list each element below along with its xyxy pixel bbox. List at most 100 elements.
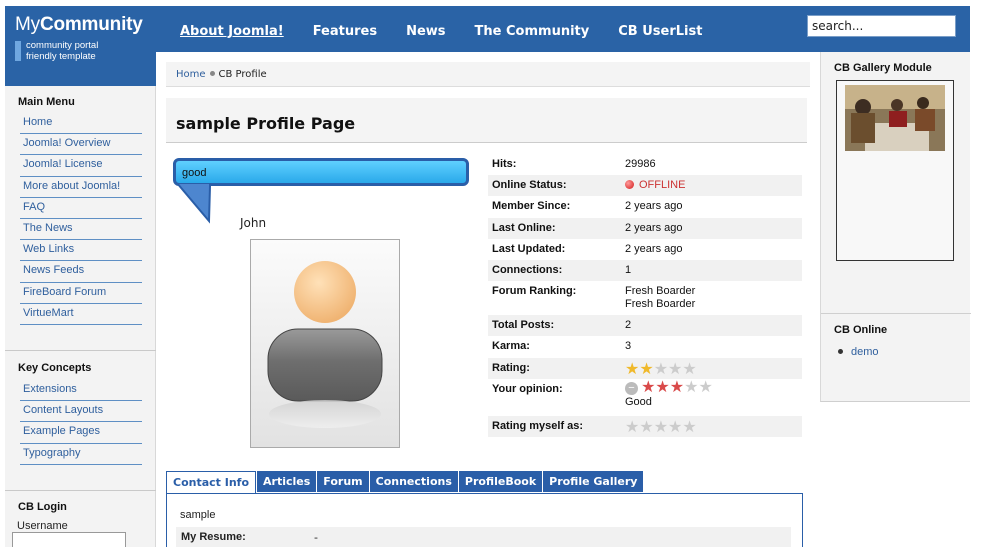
menu-item-faq[interactable]: FAQ — [20, 198, 142, 219]
tab-contact-info[interactable]: Contact Info — [166, 471, 257, 494]
stat-row-karma: Karma: 3 — [488, 336, 802, 357]
stat-row-hits: Hits: 29986 — [488, 154, 802, 175]
site-tagline: community portal friendly template — [26, 40, 99, 62]
breadcrumb-home[interactable]: Home — [176, 69, 206, 80]
menu-item-joomla-license[interactable]: Joomla! License — [20, 155, 142, 177]
star-icon[interactable]: ★ — [682, 419, 696, 435]
menu-item-more-about-joomla[interactable]: More about Joomla! — [20, 177, 142, 198]
stat-row-last-online: Last Online: 2 years ago — [488, 217, 802, 239]
menu-item-extensions[interactable]: Extensions — [20, 380, 142, 402]
page-title-bar: sample Profile Page — [166, 98, 807, 143]
self-rating-stars[interactable]: ★ ★ ★ ★ ★ — [625, 419, 697, 435]
stat-row-connections: Connections: 1 — [488, 259, 802, 282]
star-icon: ★ — [639, 360, 654, 378]
tab-articles[interactable]: Articles — [257, 471, 317, 492]
site-logo[interactable]: MyCommunity community portal friendly te… — [5, 6, 156, 86]
speech-bubble-tail-icon — [175, 183, 211, 224]
sidebar-divider — [5, 490, 156, 491]
menu-item-news-feeds[interactable]: News Feeds — [20, 261, 142, 283]
username-input[interactable] — [12, 532, 126, 547]
stat-value: 2 — [625, 319, 632, 332]
status-message: good — [182, 167, 207, 179]
stat-value: 2 years ago — [625, 221, 683, 234]
gallery-photo[interactable] — [845, 85, 945, 151]
clear-rating-icon[interactable]: − — [625, 381, 638, 395]
nav-news[interactable]: News — [406, 24, 445, 39]
stat-value: 2 years ago — [625, 200, 683, 213]
key-concepts-menu: Extensions Content Layouts Example Pages… — [20, 380, 142, 465]
status-message-bubble: good — [173, 158, 469, 186]
stat-label: Your opinion: — [492, 382, 563, 395]
stat-label: Total Posts: — [492, 319, 555, 332]
menu-item-home[interactable]: Home — [20, 113, 142, 135]
star-icon: ★ — [682, 360, 697, 378]
online-user-link[interactable]: demo — [851, 346, 879, 358]
menu-item-web-links[interactable]: Web Links — [20, 240, 142, 262]
stat-label: Last Updated: — [492, 242, 566, 255]
menu-item-joomla-overview[interactable]: Joomla! Overview — [20, 134, 142, 156]
star-icon[interactable]: ★ — [641, 379, 655, 395]
stat-row-total-posts: Total Posts: 2 — [488, 315, 802, 337]
main-menu-title: Main Menu — [18, 96, 75, 108]
sidebar-divider — [821, 313, 971, 314]
default-user-icon — [267, 261, 383, 428]
search-input[interactable] — [807, 15, 956, 37]
star-icon: ★ — [653, 360, 669, 378]
stat-row-forum-ranking: Forum Ranking: Fresh Boarder Fresh Boarde… — [488, 281, 802, 315]
tab-panel-contact-info: sample My Resume: - — [166, 493, 803, 547]
menu-item-the-news[interactable]: The News — [20, 219, 142, 241]
stat-label: Member Since: — [492, 200, 571, 213]
menu-item-content-layouts[interactable]: Content Layouts — [20, 401, 142, 423]
list-bullet-icon — [838, 349, 843, 354]
nav-the-community[interactable]: The Community — [475, 24, 590, 39]
menu-item-example-pages[interactable]: Example Pages — [20, 422, 142, 444]
opinion-caption: Good — [625, 395, 652, 408]
main-nav: About Joomla! Features News The Communit… — [180, 24, 731, 39]
nav-cb-userlist[interactable]: CB UserList — [618, 24, 702, 39]
menu-item-fireboard-forum[interactable]: FireBoard Forum — [20, 283, 142, 304]
opinion-stars[interactable]: ★ ★ ★ ★ ★ — [641, 379, 713, 395]
offline-status-icon — [625, 180, 634, 190]
key-concepts-title: Key Concepts — [18, 362, 92, 374]
menu-item-typography[interactable]: Typography — [20, 444, 142, 465]
stat-row-your-opinion: Your opinion: − ★ ★ ★ ★ ★ Good — [488, 379, 802, 408]
gallery-module-title: CB Gallery Module — [834, 62, 932, 74]
star-icon[interactable]: ★ — [655, 379, 669, 395]
star-icon[interactable]: ★ — [625, 419, 639, 435]
resume-label: My Resume: — [181, 531, 246, 543]
online-users-list: demo — [838, 345, 879, 358]
profile-stats-table: Hits: 29986 Online Status: OFFLINE Membe… — [488, 154, 802, 437]
tab-profilebook[interactable]: ProfileBook — [458, 471, 543, 492]
tab-forum[interactable]: Forum — [317, 471, 369, 492]
star-icon[interactable]: ★ — [670, 379, 684, 395]
nav-about-joomla[interactable]: About Joomla! — [180, 24, 284, 39]
cb-login-title: CB Login — [18, 501, 67, 513]
stat-label: Karma: — [492, 340, 530, 353]
tab-connections[interactable]: Connections — [369, 471, 458, 492]
cb-online-title: CB Online — [834, 324, 888, 336]
star-icon[interactable]: ★ — [639, 419, 653, 435]
page-title: sample Profile Page — [176, 114, 356, 133]
stat-row-rating-myself: Rating myself as: ★ ★ ★ ★ ★ — [488, 415, 802, 437]
stat-row-last-updated: Last Updated: 2 years ago — [488, 239, 802, 260]
star-icon[interactable]: ★ — [684, 379, 698, 395]
nav-features[interactable]: Features — [313, 24, 377, 39]
profile-avatar[interactable] — [250, 239, 400, 448]
online-status-value: OFFLINE — [625, 179, 685, 192]
star-icon[interactable]: ★ — [654, 419, 668, 435]
stat-label: Connections: — [492, 263, 563, 276]
star-icon[interactable]: ★ — [698, 379, 712, 395]
stat-label: Last Online: — [492, 221, 556, 234]
star-icon: ★ — [625, 360, 640, 378]
stat-value: 3 — [625, 340, 632, 353]
stat-label: Forum Ranking: — [492, 285, 577, 298]
resume-row: My Resume: - — [176, 527, 791, 547]
main-menu: Home Joomla! Overview Joomla! License Mo… — [20, 113, 142, 325]
menu-item-virtuemart[interactable]: VirtueMart — [20, 304, 142, 325]
stat-value: 1 — [625, 263, 632, 276]
gallery-image — [845, 85, 945, 151]
star-icon[interactable]: ★ — [668, 419, 682, 435]
opinion-rating: − ★ ★ ★ ★ ★ Good — [625, 379, 713, 409]
contact-info-text: sample — [180, 509, 216, 521]
tab-profile-gallery[interactable]: Profile Gallery — [543, 471, 644, 492]
